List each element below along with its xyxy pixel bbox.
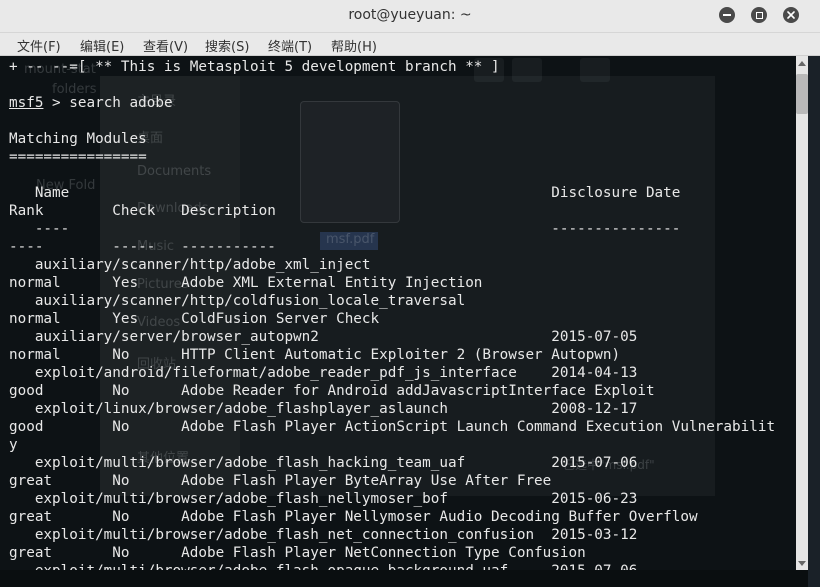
terminal-line: auxiliary/scanner/http/adobe_xml_inject — [9, 257, 371, 273]
menu-terminal[interactable]: 终端(T) — [268, 36, 312, 55]
menu-help[interactable]: 帮助(H) — [331, 36, 377, 55]
terminal-line: Matching Modules — [9, 131, 147, 147]
terminal-line: ================ — [9, 149, 147, 165]
terminal-line: exploit/linux/browser/adobe_flashplayer_… — [9, 401, 638, 417]
arrow-down-icon — [798, 560, 806, 566]
terminal-line: auxiliary/server/browser_autopwn2 2015-0… — [9, 329, 638, 345]
maximize-button[interactable] — [751, 7, 767, 23]
minimize-button[interactable] — [719, 7, 735, 23]
menu-edit[interactable]: 编辑(E) — [80, 36, 124, 55]
minimize-icon — [723, 14, 731, 16]
menu-bar: 文件(F) 编辑(E) 查看(V) 搜索(S) 终端(T) 帮助(H) — [0, 33, 820, 56]
terminal-line: great No Adobe Flash Player NetConnectio… — [9, 545, 586, 561]
bottom-bar — [0, 570, 808, 587]
terminal-window: root@yueyuan: ~ 文件(F) 编辑(E) 查看(V) 搜索(S) … — [0, 0, 820, 587]
terminal-line: + -- --=[ ** This is Metasploit 5 develo… — [9, 59, 500, 75]
terminal-line: good No Adobe Reader for Android addJava… — [9, 383, 655, 399]
terminal-line: normal No HTTP Client Automatic Exploite… — [9, 347, 621, 363]
scrollbar[interactable] — [796, 56, 808, 570]
terminal-line: exploit/multi/browser/adobe_flash_net_co… — [9, 527, 638, 543]
scroll-up-button[interactable] — [796, 56, 808, 70]
scroll-thumb[interactable] — [796, 74, 808, 114]
terminal-line: Rank Check Description — [9, 203, 276, 219]
menu-file[interactable]: 文件(F) — [17, 36, 61, 55]
terminal-line: normal Yes ColdFusion Server Check — [9, 311, 380, 327]
terminal-line: exploit/android/fileformat/adobe_reader_… — [9, 365, 638, 381]
maximize-icon — [755, 11, 763, 19]
terminal-line: normal Yes Adobe XML External Entity Inj… — [9, 275, 483, 291]
terminal-output: + -- --=[ ** This is Metasploit 5 develo… — [9, 58, 775, 580]
menu-view[interactable]: 查看(V) — [143, 36, 188, 55]
terminal-line: ---- ----- ----------- — [9, 239, 276, 255]
terminal-line: good No Adobe Flash Player ActionScript … — [9, 419, 776, 435]
close-button[interactable] — [783, 7, 799, 23]
scroll-down-button[interactable] — [796, 556, 808, 570]
arrow-up-icon — [798, 60, 806, 66]
prompt-label: msf5 — [9, 95, 44, 111]
terminal-line: great No Adobe Flash Player Nellymoser A… — [9, 509, 698, 525]
window-title: root@yueyuan: ~ — [348, 7, 472, 23]
close-icon — [787, 11, 795, 19]
terminal-line: msf5 > search adobe — [9, 95, 173, 111]
terminal-line: great No Adobe Flash Player ByteArray Us… — [9, 473, 552, 489]
terminal-line: y — [9, 437, 18, 453]
terminal-line: ---- --------------- — [9, 221, 681, 237]
menu-search[interactable]: 搜索(S) — [205, 36, 249, 55]
terminal-line: auxiliary/scanner/http/coldfusion_locale… — [9, 293, 466, 309]
desktop-edge — [808, 56, 820, 587]
title-bar[interactable]: root@yueyuan: ~ — [0, 0, 820, 33]
terminal-area[interactable]: mount-stat folders 主目录 桌面 Documents New … — [0, 56, 808, 587]
terminal-line: Name Disclosure Date — [9, 185, 681, 201]
terminal-line: exploit/multi/browser/adobe_flash_nellym… — [9, 491, 638, 507]
terminal-line: exploit/multi/browser/adobe_flash_hackin… — [9, 455, 638, 471]
